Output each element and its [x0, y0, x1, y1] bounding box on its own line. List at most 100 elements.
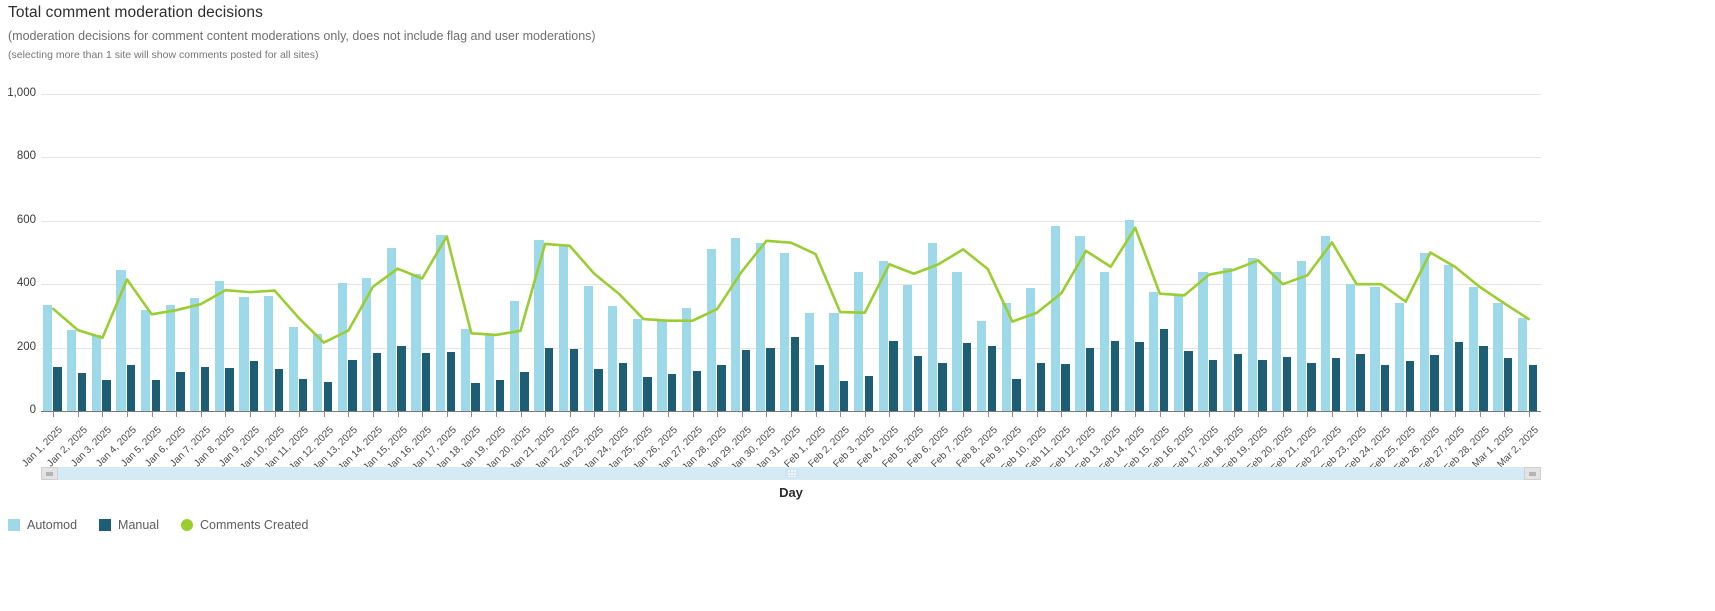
bar-manual[interactable] — [1258, 360, 1267, 411]
bar-manual[interactable] — [102, 379, 111, 411]
bar-automod[interactable] — [804, 312, 815, 411]
bar-automod[interactable] — [1075, 236, 1085, 411]
bar-automod[interactable] — [977, 321, 987, 411]
bar-automod[interactable] — [706, 249, 716, 411]
bar-manual[interactable] — [495, 379, 505, 411]
scroll-right-button[interactable] — [1524, 467, 1541, 480]
bar-automod[interactable] — [214, 281, 224, 411]
bar-manual[interactable] — [1135, 341, 1144, 411]
bar-manual[interactable] — [1356, 354, 1365, 411]
bar-automod[interactable] — [1222, 267, 1233, 411]
bar-manual[interactable] — [987, 346, 997, 411]
bar-automod[interactable] — [731, 238, 741, 411]
bar-automod[interactable] — [583, 285, 593, 411]
bar-manual[interactable] — [249, 361, 259, 411]
bar-manual[interactable] — [225, 367, 234, 411]
bar-manual[interactable] — [1528, 364, 1537, 411]
bar-manual[interactable] — [1184, 350, 1193, 411]
bar-manual[interactable] — [1405, 360, 1415, 411]
bar-manual[interactable] — [151, 379, 160, 411]
bar-automod[interactable] — [1345, 284, 1356, 411]
bar-manual[interactable] — [1110, 341, 1119, 411]
bar-automod[interactable] — [1395, 303, 1405, 411]
bar-automod[interactable] — [386, 248, 397, 411]
bar-automod[interactable] — [1099, 271, 1110, 411]
bar-automod[interactable] — [1518, 317, 1528, 411]
bar-automod[interactable] — [263, 296, 274, 411]
bar-automod[interactable] — [632, 318, 642, 411]
bar-manual[interactable] — [569, 348, 578, 411]
bar-manual[interactable] — [471, 382, 480, 411]
bar-automod[interactable] — [165, 304, 175, 411]
bar-automod[interactable] — [337, 282, 347, 411]
bar-automod[interactable] — [534, 239, 544, 411]
bar-manual[interactable] — [963, 342, 972, 411]
bar-automod[interactable] — [116, 269, 126, 411]
legend-item[interactable]: Manual — [99, 518, 159, 532]
bar-manual[interactable] — [594, 368, 603, 411]
bar-automod[interactable] — [313, 333, 323, 411]
bar-manual[interactable] — [176, 372, 185, 411]
bar-manual[interactable] — [815, 365, 824, 411]
bar-automod[interactable] — [1493, 303, 1503, 411]
bar-manual[interactable] — [422, 353, 431, 411]
bar-manual[interactable] — [77, 372, 87, 411]
bar-automod[interactable] — [1272, 271, 1282, 411]
bar-automod[interactable] — [681, 307, 692, 411]
bar-manual[interactable] — [520, 371, 529, 411]
bar-manual[interactable] — [446, 351, 456, 411]
bar-manual[interactable] — [1479, 346, 1488, 411]
bar-automod[interactable] — [829, 313, 839, 411]
bar-manual[interactable] — [840, 381, 849, 411]
bar-manual[interactable] — [126, 365, 136, 411]
bar-manual[interactable] — [545, 348, 554, 411]
bar-manual[interactable] — [397, 346, 406, 411]
bar-automod[interactable] — [1296, 261, 1306, 411]
bar-manual[interactable] — [864, 375, 874, 411]
bar-automod[interactable] — [485, 333, 495, 411]
bar-manual[interactable] — [1430, 355, 1439, 411]
bar-automod[interactable] — [903, 284, 913, 411]
bar-automod[interactable] — [1444, 265, 1454, 411]
bar-automod[interactable] — [878, 261, 888, 411]
bar-manual[interactable] — [53, 366, 62, 411]
bar-automod[interactable] — [780, 252, 790, 411]
bar-automod[interactable] — [755, 243, 765, 411]
bar-manual[interactable] — [323, 381, 333, 411]
bar-automod[interactable] — [952, 271, 962, 411]
bar-automod[interactable] — [608, 306, 618, 411]
bar-automod[interactable] — [558, 245, 569, 411]
bar-manual[interactable] — [1282, 357, 1292, 411]
bar-manual[interactable] — [348, 360, 357, 411]
legend-item[interactable]: Comments Created — [181, 518, 308, 532]
bar-manual[interactable] — [938, 363, 947, 411]
bar-manual[interactable] — [1036, 362, 1046, 411]
bar-automod[interactable] — [509, 300, 519, 411]
bar-automod[interactable] — [1001, 303, 1011, 411]
bar-manual[interactable] — [643, 377, 652, 411]
bar-automod[interactable] — [1198, 271, 1208, 411]
bar-automod[interactable] — [1247, 258, 1257, 411]
scrollbar-grip-handle[interactable] — [785, 469, 799, 478]
bar-manual[interactable] — [717, 365, 726, 411]
bar-automod[interactable] — [1149, 292, 1159, 411]
bar-manual[interactable] — [889, 341, 898, 411]
bar-automod[interactable] — [1050, 225, 1060, 411]
bar-automod[interactable] — [657, 320, 667, 411]
bar-manual[interactable] — [1454, 341, 1464, 411]
legend-item[interactable]: Automod — [8, 518, 77, 532]
bar-automod[interactable] — [1124, 220, 1134, 411]
bar-manual[interactable] — [1307, 362, 1316, 411]
bar-manual[interactable] — [1504, 358, 1513, 411]
bar-automod[interactable] — [927, 243, 938, 411]
bar-manual[interactable] — [692, 371, 701, 411]
bar-manual[interactable] — [1208, 359, 1218, 411]
horizontal-scrollbar[interactable] — [41, 467, 1541, 480]
bar-automod[interactable] — [67, 330, 77, 411]
bar-manual[interactable] — [1061, 364, 1070, 411]
bar-automod[interactable] — [1468, 286, 1479, 411]
bar-manual[interactable] — [200, 367, 210, 411]
bar-manual[interactable] — [372, 353, 382, 411]
bar-manual[interactable] — [1085, 348, 1095, 411]
bar-manual[interactable] — [274, 369, 283, 411]
